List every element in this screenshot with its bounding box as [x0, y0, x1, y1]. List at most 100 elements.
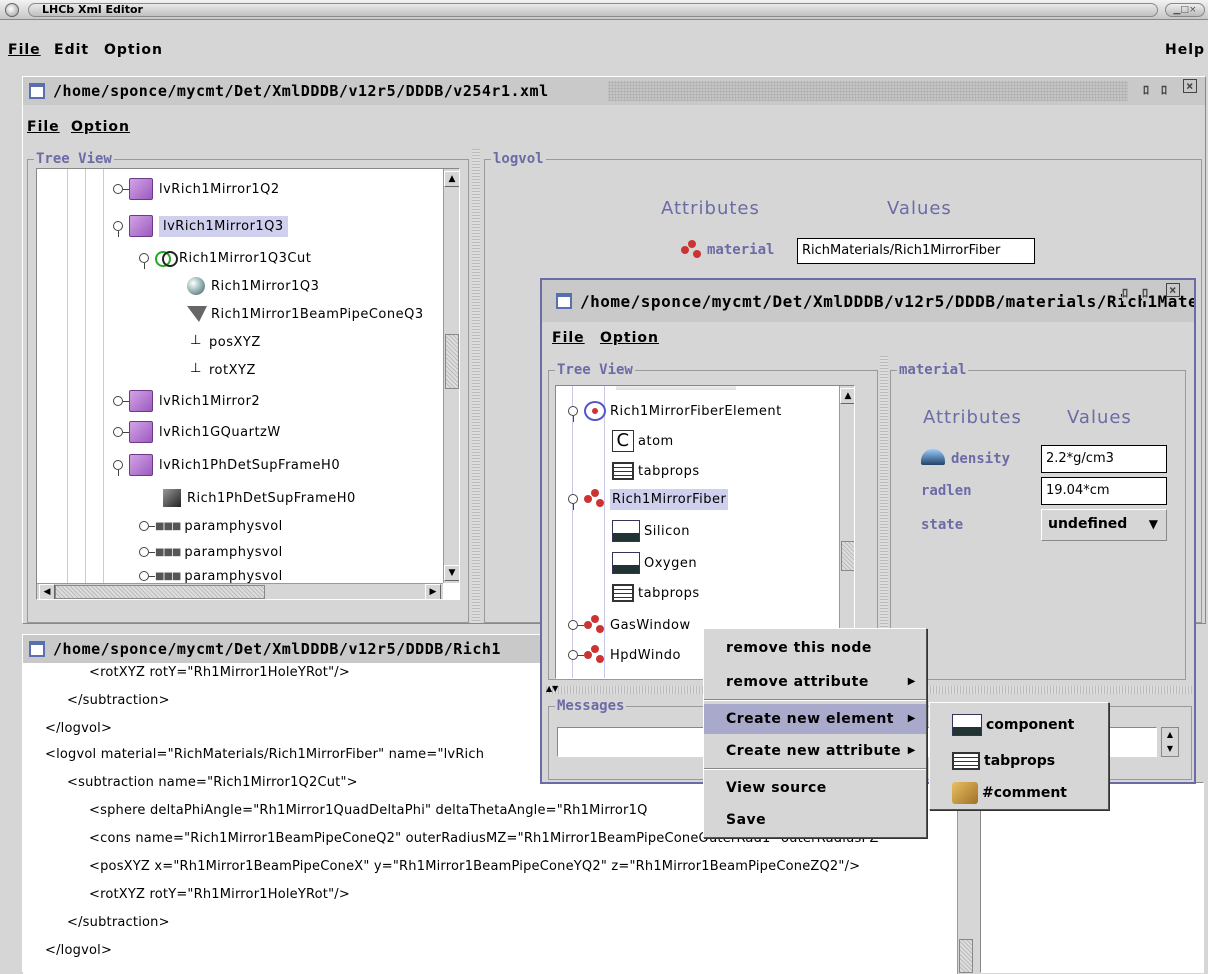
collapse-handle-icon[interactable] — [113, 396, 129, 406]
tree-item[interactable]: tabprops — [612, 582, 700, 604]
scroll-up-icon[interactable]: ▲ — [840, 388, 854, 404]
attr-state-select[interactable]: undefined ▼ — [1041, 509, 1167, 541]
tree-item[interactable]: tabprops — [612, 460, 700, 482]
save-item[interactable]: Save — [704, 805, 926, 835]
view-source-item[interactable]: View source — [704, 773, 926, 803]
messages-spinner[interactable]: ▲ ▼ — [1161, 727, 1179, 757]
collapse-handle-icon[interactable] — [113, 427, 129, 437]
app-menu-icon[interactable] — [5, 3, 19, 17]
close-frame-icon[interactable]: × — [1166, 283, 1180, 297]
tabprops-icon — [612, 462, 634, 480]
source-line: <rotXYZ rotY="Rh1Mirror1HoleYRot"/> — [89, 665, 350, 680]
tree-vertical-scrollbar[interactable]: ▲ ▼ — [443, 169, 459, 583]
restore-icon[interactable]: ﾛ — [1142, 284, 1149, 301]
window-controls[interactable]: ▁□× — [1165, 3, 1205, 17]
split-divider[interactable] — [472, 149, 480, 623]
tree-item[interactable]: lvRich1Mirror2 — [113, 390, 260, 412]
submenu-item-component[interactable]: component — [952, 711, 1074, 739]
expand-handle-icon[interactable] — [113, 460, 123, 476]
expand-handle-icon[interactable] — [113, 221, 123, 237]
attr-radlen-value[interactable]: 19.04*cm — [1041, 477, 1167, 505]
tree-item[interactable]: Rich1MirrorFiberElement — [568, 400, 782, 422]
materials-frame-menubar: File Option — [542, 322, 1194, 352]
material-icon — [681, 240, 703, 260]
tree-horizontal-scrollbar[interactable]: ◀ ▶ — [37, 583, 443, 599]
frame-icon — [29, 83, 45, 99]
scroll-left-icon[interactable]: ◀ — [39, 584, 55, 599]
attr-state-label: state — [921, 517, 964, 533]
remove-node-item[interactable]: remove this node — [704, 633, 926, 663]
submenu-arrow-icon: ▶ — [907, 745, 916, 756]
tree-item[interactable]: Silicon — [612, 520, 690, 542]
logical-volume-icon — [129, 390, 153, 412]
remove-attribute-item[interactable]: remove attribute ▶ — [704, 667, 926, 697]
paramphysvol-icon: ■■■ — [155, 570, 181, 582]
maximize-icon[interactable]: □ — [1180, 5, 1189, 15]
box-icon — [163, 489, 181, 507]
collapse-handle-icon[interactable] — [139, 547, 155, 557]
scroll-up-icon[interactable]: ▲ — [444, 171, 459, 187]
tree-item[interactable]: Rich1Mirror1BeamPipeConeQ3 — [187, 303, 424, 325]
source-scroll-thumb[interactable] — [959, 939, 973, 973]
menu-file[interactable]: File — [8, 42, 41, 58]
menu-edit[interactable]: Edit — [54, 42, 89, 58]
tree-item[interactable]: Rich1Mirror1Q3Cut — [139, 247, 311, 269]
tree-item[interactable]: ■■■ paramphysvol — [139, 515, 283, 537]
collapse-handle-icon[interactable] — [568, 620, 584, 630]
scroll-thumb[interactable] — [841, 541, 854, 571]
tree-item-selected[interactable]: lvRich1Mirror1Q3 — [113, 215, 288, 237]
source-line: </logvol> — [45, 943, 113, 958]
expand-handle-icon[interactable] — [139, 253, 149, 269]
h-scroll-thumb[interactable] — [55, 585, 265, 599]
restore-icon[interactable]: ﾛ — [1161, 81, 1168, 98]
tree-item[interactable]: lvRich1PhDetSupFrameH0 — [113, 454, 340, 476]
materials-menu-option[interactable]: Option — [600, 330, 659, 346]
expand-handle-icon[interactable] — [568, 406, 578, 422]
materials-menu-file[interactable]: File — [552, 330, 585, 346]
position-axes-icon: ⊥ — [190, 333, 202, 348]
main-frame-titlebar[interactable]: /home/sponce/mycmt/Det/XmlDDDB/v12r5/DDD… — [23, 77, 1205, 105]
attr-material-label: material — [707, 242, 775, 258]
create-new-attribute-item[interactable]: Create new attribute ▶ — [704, 736, 926, 766]
create-element-submenu: component tabprops #comment — [929, 702, 1109, 810]
scroll-right-icon[interactable]: ▶ — [425, 584, 441, 599]
tree-item[interactable]: HpdWindo — [568, 644, 681, 666]
menu-help[interactable]: Help — [1165, 42, 1205, 58]
tree-item[interactable]: ■■■ paramphysvol — [139, 541, 283, 563]
tree-item[interactable]: ⊥ rotXYZ — [187, 359, 256, 381]
collapse-handle-icon[interactable] — [113, 184, 129, 194]
tree-view[interactable]: lvRich1Mirror1Q2 lvRich1Mirror1Q3 Rich1M… — [36, 168, 460, 600]
main-menu-option[interactable]: Option — [71, 119, 130, 135]
create-new-element-item[interactable]: Create new element ▶ — [704, 704, 926, 734]
tree-item[interactable]: Catom — [612, 430, 674, 452]
attr-density-value[interactable]: 2.2*g/cm3 — [1041, 445, 1167, 473]
iconify-icon[interactable]: ﾛ — [1143, 81, 1150, 98]
tree-item[interactable]: Rich1Mirror1Q3 — [187, 275, 319, 297]
tree-item[interactable]: GasWindow — [568, 614, 691, 636]
iconify-icon[interactable]: ﾛ — [1122, 284, 1129, 301]
collapse-handle-icon[interactable] — [139, 521, 155, 531]
tree-item[interactable]: Rich1PhDetSupFrameH0 — [163, 487, 356, 509]
tree-item[interactable]: lvRich1GQuartzW — [113, 421, 281, 443]
collapse-handle-icon[interactable] — [139, 571, 155, 581]
close-icon[interactable]: × — [1189, 5, 1197, 15]
tree-item[interactable]: Oxygen — [612, 552, 697, 574]
menu-option[interactable]: Option — [104, 42, 163, 58]
tree-item[interactable]: lvRich1Mirror1Q2 — [113, 178, 280, 200]
material-icon — [584, 489, 606, 509]
close-frame-icon[interactable]: × — [1183, 79, 1197, 93]
collapse-handle-icon[interactable] — [568, 650, 584, 660]
scroll-down-icon[interactable]: ▼ — [444, 565, 459, 581]
submenu-item-comment[interactable]: #comment — [952, 779, 1067, 807]
logvol-legend: logvol — [491, 151, 546, 167]
tree-view-legend: Tree View — [34, 151, 114, 167]
expand-handle-icon[interactable] — [568, 494, 578, 510]
tree-item[interactable]: ⊥ posXYZ — [187, 331, 261, 353]
tree-item-selected[interactable]: Rich1MirrorFiber — [568, 488, 729, 510]
scroll-thumb[interactable] — [445, 334, 459, 389]
comment-icon — [952, 782, 978, 804]
main-menu-file[interactable]: File — [27, 119, 60, 135]
attr-material-value[interactable]: RichMaterials/Rich1MirrorFiber — [797, 238, 1035, 264]
materials-frame-titlebar[interactable]: /home/sponce/mycmt/Det/XmlDDDB/v12r5/DDD… — [542, 280, 1194, 322]
submenu-item-tabprops[interactable]: tabprops — [952, 747, 1055, 775]
